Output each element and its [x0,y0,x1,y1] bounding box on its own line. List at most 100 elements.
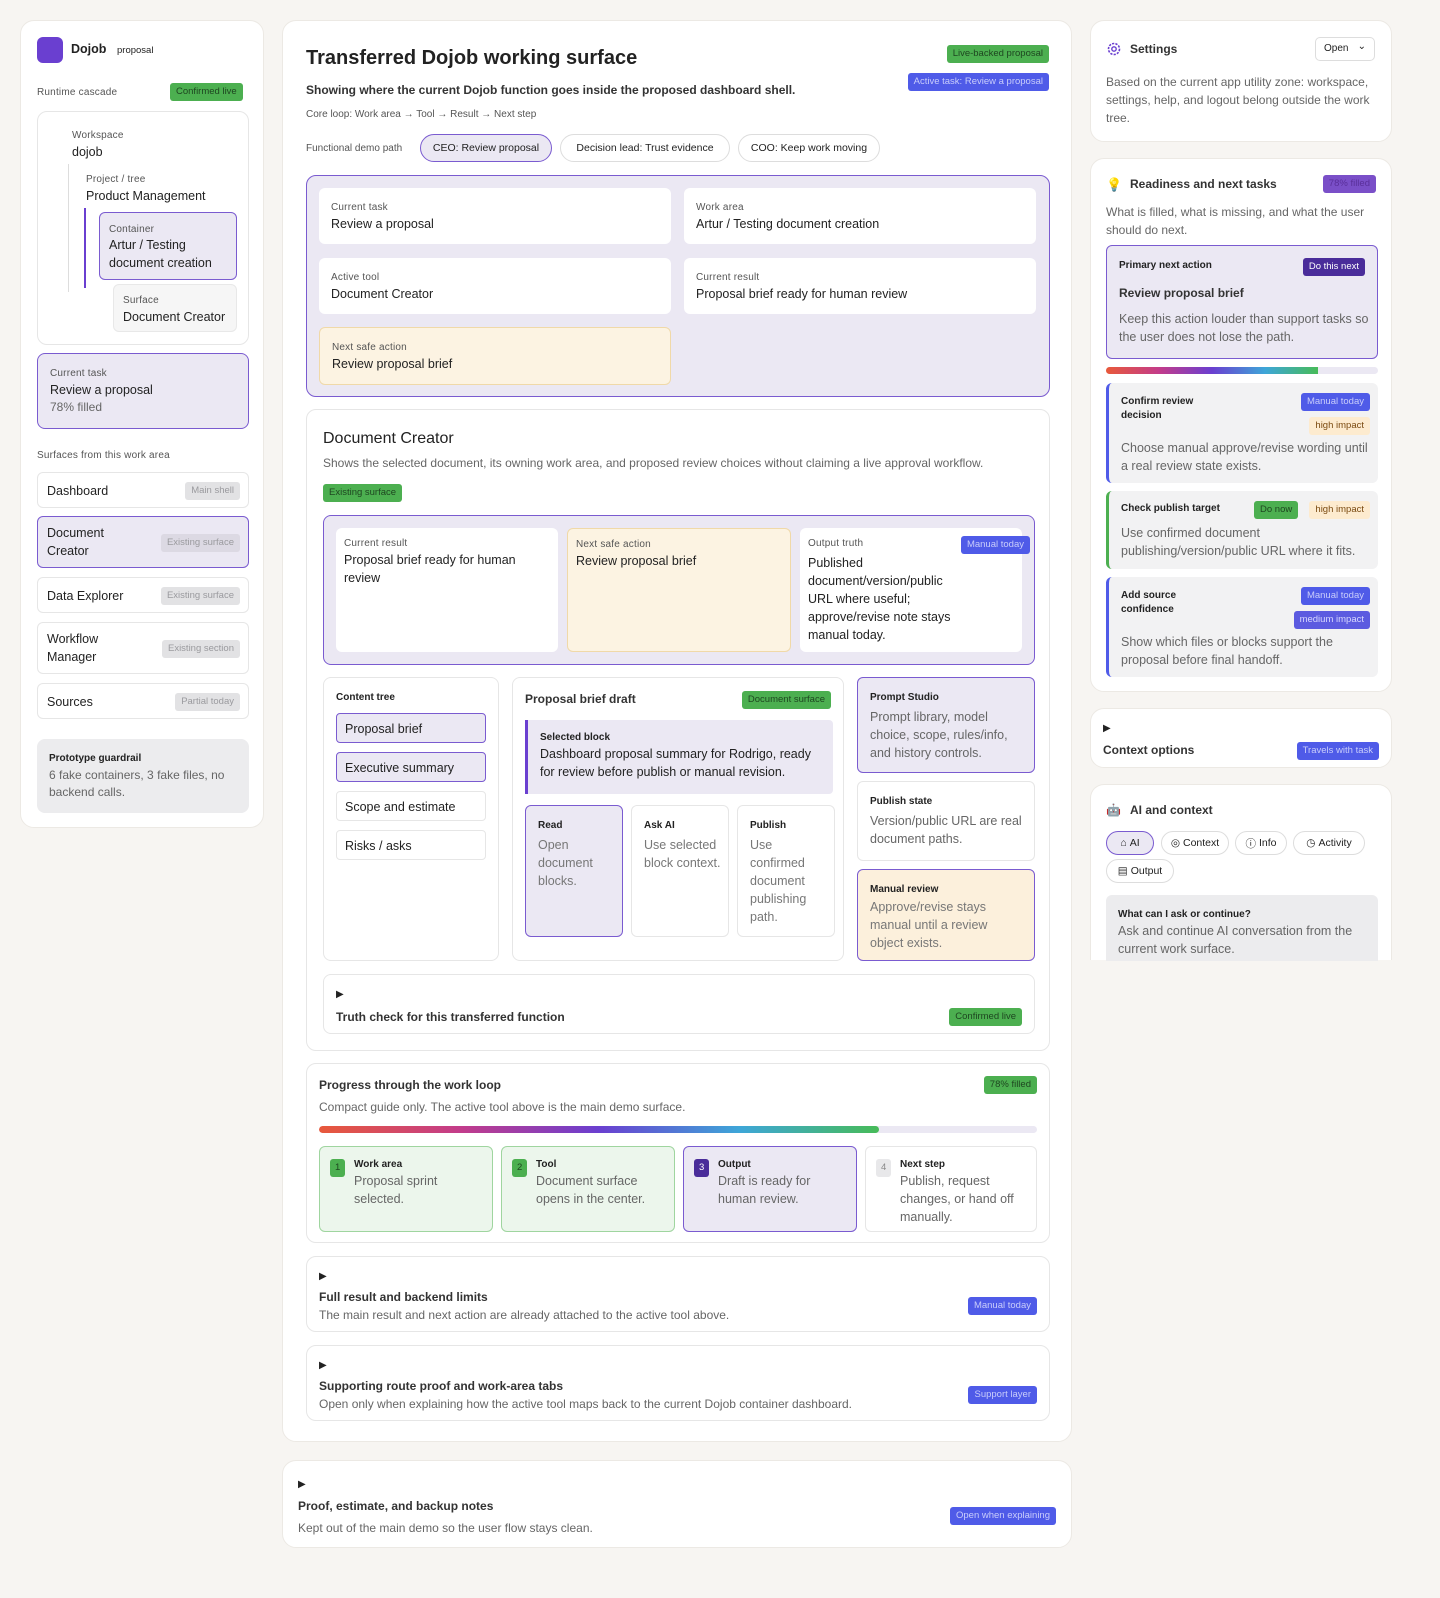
task-card-confirm-review[interactable]: Confirm review decision Manual today hig… [1106,383,1378,483]
ai-tab-ai[interactable]: ⌂ AI [1106,831,1154,855]
selected-block[interactable]: Selected block Dashboard proposal summar… [525,720,833,794]
cascade-label: Runtime cascade [37,87,118,98]
prompt-studio-card[interactable]: Prompt Studio Prompt library, model choi… [857,677,1035,773]
surface-item-document-creator[interactable]: Document Creator Existing surface [37,516,249,568]
context-title: Context options [1103,743,1195,757]
container-node[interactable]: Container Artur / Testing document creat… [99,212,237,280]
step-work-area[interactable]: 1 Work area Proposal sprint selected. [319,1146,493,1232]
primary-badge[interactable]: Do this next [1302,258,1365,276]
full-result-row[interactable]: ▶ Full result and backend limits The mai… [306,1256,1050,1332]
surface-item-sources[interactable]: Sources Partial today [37,683,249,719]
step-title: Tool [536,1159,557,1170]
primary-action-card[interactable]: Primary next action Do this next Review … [1106,245,1378,359]
action-publish[interactable]: Publish Use confirmed document publishin… [737,805,835,937]
surface-item-workflow-manager[interactable]: Workflow Manager Existing section [37,622,249,674]
truth-check-row[interactable]: ▶ Truth check for this transferred funct… [323,974,1035,1034]
action-ask-ai[interactable]: Ask AI Use selected block context. [631,805,729,937]
demo-path-ceo[interactable]: CEO: Review proposal [420,134,552,162]
expand-triangle-icon[interactable]: ▶ [298,1479,306,1490]
content-tree-label: Content tree [336,692,395,703]
step-title: Output [718,1159,751,1170]
tree-item-executive-summary[interactable]: Executive summary [336,752,486,782]
task-card-source-confidence[interactable]: Add source confidence Manual today mediu… [1106,577,1378,677]
surface-item-badge: Existing surface [160,534,240,552]
ai-tab-label: Context [1182,837,1220,849]
ai-context-card: 🤖 AI and context ⌂ AI ◎ Context ⓘ Info ◷ Act… [1090,784,1392,961]
robot-icon: 🤖 [1106,803,1121,817]
prompt-text: Prompt library, model choice, scope, rul… [870,710,1008,760]
step-output[interactable]: 3 Output Draft is ready for human review… [683,1146,857,1232]
doc-truth-value: Published document/version/public URL wh… [808,556,951,642]
tree-item-scope[interactable]: Scope and estimate [336,791,486,821]
ai-text: Ask and continue AI conversation from th… [1118,924,1353,956]
step-text: Publish, request changes, or hand off ma… [900,1174,1014,1224]
summary-next[interactable]: Next safe action Review proposal brief [319,327,671,385]
step-next[interactable]: 4 Next step Publish, request changes, or… [865,1146,1037,1232]
summary-task: Current task Review a proposal [319,188,671,244]
doc-next-action[interactable]: Next safe action Review proposal brief [567,528,791,652]
ai-prompt-box[interactable]: What can I ask or continue? Ask and cont… [1106,895,1378,961]
ai-tab-label: Activity [1318,837,1352,849]
route-proof-row[interactable]: ▶ Supporting route proof and work-area t… [306,1345,1050,1421]
current-task-card[interactable]: Current task Review a proposal 78% fille… [37,353,249,429]
tree-item-label: Scope and estimate [345,800,456,814]
context-options-row[interactable]: ▶ Context options Travels with task [1090,708,1392,768]
workspace-value[interactable]: dojob [72,143,103,161]
ai-tab-label: Info [1258,837,1277,849]
doc-result-label: Current result [344,538,408,549]
expand-triangle-icon[interactable]: ▶ [336,989,344,1000]
ai-tab-info[interactable]: ⓘ Info [1235,831,1287,855]
draft-panel: Proposal brief draft Document surface Se… [512,677,844,961]
context-badge: Travels with task [1296,742,1379,760]
action-title: Ask AI [644,820,675,831]
doc-output-truth: Output truth Manual today Published docu… [800,528,1030,652]
tree-item-proposal-brief[interactable]: Proposal brief [336,713,486,743]
info-icon: ⓘ [1245,837,1256,850]
readiness-title: Readiness and next tasks [1130,177,1277,191]
ai-tab-context[interactable]: ◎ Context [1161,831,1229,855]
surface-item-badge: Existing section [161,640,240,658]
expand-triangle-icon[interactable]: ▶ [1103,723,1111,734]
manual-review-card: Manual review Approve/revise stays manua… [857,869,1035,961]
action-read[interactable]: Read Open document blocks. [525,805,623,937]
proof-title: Proof, estimate, and backup notes [298,1499,494,1513]
doc-status-row: Current result Proposal brief ready for … [323,515,1035,665]
task-value: Review a proposal [50,383,153,397]
task-title: Add source confidence [1121,590,1177,615]
left-sidebar: Dojob proposal Runtime cascade Confirmed… [20,20,264,828]
progress-card: Progress through the work loop 78% fille… [306,1063,1050,1243]
summary-tool-label: Active tool [331,272,380,283]
surface-item-dashboard[interactable]: Dashboard Main shell [37,472,249,508]
summary-next-label: Next safe action [332,342,407,353]
gear-icon[interactable] [1106,41,1122,57]
doc-title: Document Creator [323,430,454,447]
app-logo-icon[interactable] [37,37,63,63]
project-value[interactable]: Product Management [86,187,206,205]
surface-item-data-explorer[interactable]: Data Explorer Existing surface [37,577,249,613]
ai-tab-activity[interactable]: ◷ Activity [1293,831,1365,855]
surface-item-name: Dashboard [47,484,109,498]
summary-panel: Current task Review a proposal Work area… [306,175,1050,397]
demo-path-coo[interactable]: COO: Keep work moving [738,134,880,162]
step-tool[interactable]: 2 Tool Document surface opens in the cen… [501,1146,675,1232]
surface-item-name: Sources [47,695,93,709]
ai-tab-output[interactable]: ▤ Output [1106,859,1174,883]
expand-triangle-icon[interactable]: ▶ [319,1360,327,1371]
proof-notes-row[interactable]: ▶ Proof, estimate, and backup notes Kept… [282,1460,1072,1548]
progress-track [319,1126,1037,1133]
doc-next-value: Review proposal brief [576,554,697,568]
summary-tool-value: Document Creator [331,287,434,301]
expand-triangle-icon[interactable]: ▶ [319,1271,327,1282]
progress-title: Progress through the work loop [319,1078,502,1092]
route-proof-desc: Open only when explaining how the active… [319,1397,852,1411]
task-card-check-publish[interactable]: Check publish target Do now high impact … [1106,491,1378,569]
action-title: Publish [750,820,787,831]
task-badge-status: Manual today [1300,393,1370,411]
demo-path-decision-lead[interactable]: Decision lead: Trust evidence [560,134,730,162]
tree-item-risks[interactable]: Risks / asks [336,830,486,860]
summary-area-label: Work area [696,202,744,213]
surface-node[interactable]: Surface Document Creator [113,284,237,332]
settings-select[interactable]: Open ⌄ [1315,37,1375,61]
surface-item-name: Workflow Manager [47,632,99,664]
task-label: Current task [50,368,107,379]
